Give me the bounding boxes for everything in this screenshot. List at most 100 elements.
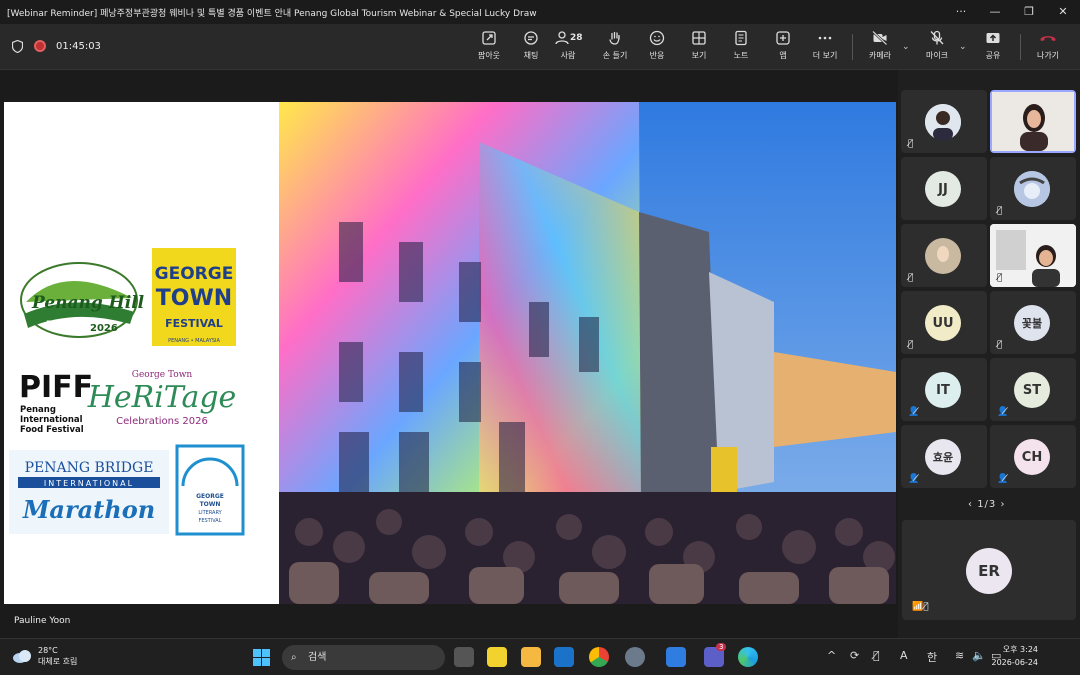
pager-text: 1/3 bbox=[977, 499, 997, 510]
sync-icon[interactable]: ⟳ bbox=[850, 649, 859, 662]
chrome-icon[interactable] bbox=[589, 647, 609, 667]
raise-hand-button[interactable]: 손 들기 bbox=[595, 30, 635, 61]
volume-icon[interactable]: 🔈 bbox=[972, 649, 986, 662]
view-label: 보기 bbox=[691, 51, 707, 60]
popout-button[interactable]: 팝아웃 bbox=[469, 30, 509, 61]
participant-tile[interactable]: 🎙̸ bbox=[990, 157, 1076, 220]
apps-button[interactable]: 앱 bbox=[763, 30, 803, 61]
camera-off-icon bbox=[872, 30, 888, 46]
participant-tile[interactable]: JJ bbox=[901, 157, 987, 220]
mic-muted-tray-icon[interactable]: 🎙̸ bbox=[873, 649, 880, 662]
more-options-button[interactable]: ··· bbox=[944, 0, 978, 24]
leave-button[interactable]: 나가기 bbox=[1028, 30, 1068, 61]
tray-overflow-chevron-icon[interactable]: ^ bbox=[827, 649, 836, 662]
leave-label: 나가기 bbox=[1036, 51, 1060, 60]
piff-logo: PIFF Penang International Food Festival bbox=[19, 370, 93, 435]
grid-view-icon bbox=[692, 31, 706, 45]
participant-tile[interactable]: 🎙̸ bbox=[990, 224, 1076, 287]
chat-label: 채팅 bbox=[523, 51, 539, 60]
participant-tile[interactable]: 🎙̸ bbox=[901, 90, 987, 153]
participant-tile[interactable]: IT 👤̸ bbox=[901, 358, 987, 421]
people-button[interactable]: 28 사람 bbox=[548, 30, 588, 61]
wifi-icon[interactable]: ≋ bbox=[955, 649, 964, 662]
system-clock[interactable]: 오후 3:24 2026-06-24 bbox=[992, 643, 1039, 669]
react-button[interactable]: 반응 bbox=[637, 30, 677, 61]
shield-icon bbox=[12, 40, 23, 53]
more-button[interactable]: 더 보기 bbox=[805, 30, 845, 61]
heritage-celebrations-logo: George Town HeRiTage Celebrations 2026 bbox=[87, 370, 237, 427]
sticky-notes-icon[interactable] bbox=[487, 647, 507, 667]
pager-prev-icon[interactable]: ‹ bbox=[968, 499, 977, 510]
camera-options-chevron-icon[interactable]: ⌄ bbox=[902, 42, 910, 52]
signal-and-mic-muted-icon: 📶🎙̸ bbox=[912, 602, 929, 612]
more-label: 더 보기 bbox=[812, 51, 838, 60]
notes-button[interactable]: 노트 bbox=[721, 30, 761, 61]
popout-label: 팝아웃 bbox=[477, 51, 501, 60]
presentation-slide: Penang Hill FESTIVAL 2026 GEORGE TOWN FE… bbox=[4, 102, 896, 604]
mic-button[interactable]: 마이크 bbox=[917, 30, 957, 61]
mic-muted-icon: 🎙̸ bbox=[908, 273, 914, 283]
svg-text:Food Festival: Food Festival bbox=[20, 425, 84, 435]
svg-text:FESTIVAL: FESTIVAL bbox=[198, 518, 221, 524]
hand-icon bbox=[609, 31, 620, 45]
svg-text:Marathon: Marathon bbox=[22, 495, 155, 524]
file-explorer-icon[interactable] bbox=[521, 647, 541, 667]
shared-content-stage: Penang Hill FESTIVAL 2026 GEORGE TOWN FE… bbox=[0, 70, 898, 638]
participant-tile[interactable]: 🎙̸ bbox=[901, 224, 987, 287]
festival-logos-image: Penang Hill FESTIVAL 2026 GEORGE TOWN FE… bbox=[9, 248, 245, 536]
notes-label: 노트 bbox=[733, 51, 749, 60]
share-icon bbox=[986, 33, 1000, 43]
clock-time: 오후 3:24 bbox=[1002, 645, 1038, 654]
gallery-pager[interactable]: ‹ 1/3 › bbox=[968, 499, 1005, 510]
participant-tile-active-speaker[interactable] bbox=[990, 90, 1076, 153]
participant-photo-thumbnail bbox=[925, 238, 961, 274]
outlook-icon[interactable] bbox=[554, 647, 574, 667]
ime-mode[interactable]: A bbox=[900, 649, 908, 662]
camera-button[interactable]: 카메라 bbox=[860, 30, 900, 61]
participant-avatar: JJ bbox=[925, 171, 961, 207]
share-button[interactable]: 공유 bbox=[973, 30, 1013, 61]
settings-gear-icon[interactable] bbox=[625, 647, 645, 667]
mic-muted-icon: 👤̸ bbox=[997, 407, 1009, 417]
add-app-icon bbox=[776, 31, 790, 45]
edge-icon[interactable] bbox=[738, 647, 758, 667]
minimize-button[interactable]: — bbox=[978, 0, 1012, 24]
heritage-street-photo bbox=[279, 102, 896, 604]
literary-festival-logo: GEORGE TOWN LITERARY FESTIVAL bbox=[175, 444, 245, 536]
windows-start-icon[interactable] bbox=[253, 649, 270, 666]
search-placeholder: 검색 bbox=[308, 652, 327, 663]
participant-avatar: 효윤 bbox=[925, 439, 961, 475]
chat-button[interactable]: 채팅 bbox=[511, 30, 551, 61]
participant-tile[interactable]: 꽃불 🎙̸ bbox=[990, 291, 1076, 354]
participant-tile[interactable]: CH 👤̸ bbox=[990, 425, 1076, 488]
mic-options-chevron-icon[interactable]: ⌄ bbox=[959, 42, 967, 52]
task-view-icon[interactable] bbox=[454, 647, 474, 667]
language-indicator[interactable]: 한 bbox=[927, 649, 937, 665]
taskbar-search-box[interactable]: ⌕ 검색 bbox=[282, 645, 445, 670]
svg-text:International: International bbox=[20, 415, 83, 425]
speaker-name-label: Pauline Yoon bbox=[14, 616, 71, 626]
meeting-toolbar: 01:45:03 팝아웃 채팅 28 사람 손 들기 반응 보기 노트 앱 더 … bbox=[0, 24, 1080, 70]
weather-widget[interactable]: 28°C 대체로 흐림 bbox=[12, 645, 77, 667]
meeting-timer: 01:45:03 bbox=[56, 41, 101, 52]
participant-tile[interactable]: 효윤 👤̸ bbox=[901, 425, 987, 488]
pager-next-icon[interactable]: › bbox=[996, 499, 1005, 510]
restore-button[interactable]: ❐ bbox=[1012, 0, 1046, 24]
notepad-icon[interactable] bbox=[666, 647, 686, 667]
participant-tile[interactable]: UU 🎙̸ bbox=[901, 291, 987, 354]
camera-label: 카메라 bbox=[868, 51, 892, 60]
view-button[interactable]: 보기 bbox=[679, 30, 719, 61]
teams-icon[interactable]: 3 bbox=[704, 643, 727, 667]
participant-tile[interactable]: ST 👤̸ bbox=[990, 358, 1076, 421]
svg-text:Penang: Penang bbox=[20, 405, 56, 415]
participant-gallery: 🎙̸ JJ 🎙̸ 🎙̸ 🎙̸ UU 🎙̸ 꽃불 🎙̸ IT 👤̸ ST 👤̸ 효… bbox=[898, 70, 1080, 638]
mic-muted-icon: 🎙̸ bbox=[997, 206, 1003, 216]
taskbar: 28°C 대체로 흐림 ⌕ 검색 3 ^ ⟳ 🎙̸ A 한 ≋ 🔈 ▭ 오후 3:… bbox=[0, 638, 1080, 675]
svg-text:PENANG • MALAYSIA: PENANG • MALAYSIA bbox=[168, 338, 220, 344]
participant-tile-large[interactable]: ER 📶🎙̸ bbox=[902, 520, 1076, 620]
close-button[interactable]: ✕ bbox=[1046, 0, 1080, 24]
svg-text:FESTIVAL: FESTIVAL bbox=[165, 317, 223, 330]
popout-icon bbox=[482, 31, 496, 45]
svg-text:TOWN: TOWN bbox=[156, 286, 232, 311]
svg-text:PENANG BRIDGE: PENANG BRIDGE bbox=[25, 460, 154, 476]
